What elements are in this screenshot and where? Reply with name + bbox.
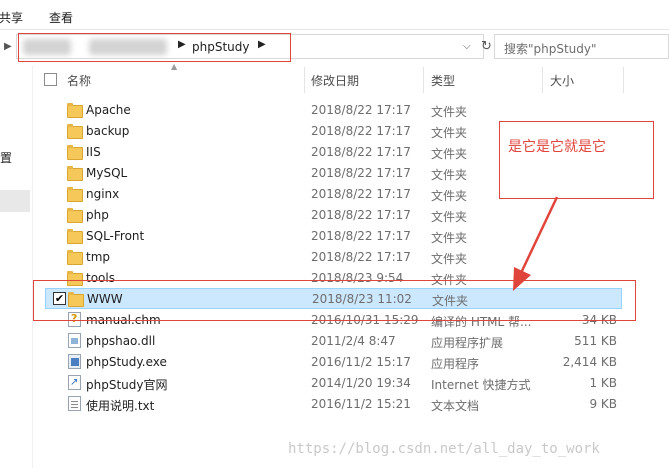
highlight-path-box [18, 33, 291, 62]
file-type: 文件夹 [431, 147, 468, 161]
chevron-right-icon[interactable]: ▶ [4, 41, 12, 52]
file-row[interactable]: phpshao.dll 2011/2/4 8:47 应用程序扩展 511 KB [45, 331, 622, 352]
file-type: 文件夹 [431, 105, 468, 119]
file-name: phpStudy.exe [86, 355, 167, 369]
folder-icon [66, 228, 83, 244]
file-size: 511 KB [574, 334, 617, 348]
file-date: 2018/8/22 17:17 [311, 229, 411, 243]
file-row[interactable]: 使用说明.txt 2016/11/2 15:21 文本文档 9 KB [45, 394, 622, 415]
file-name: backup [86, 124, 130, 138]
tab-share[interactable]: 共享 [0, 9, 23, 26]
file-row[interactable]: phpStudy官网 2014/1/20 19:34 Internet 快捷方式 1 … [45, 373, 622, 394]
dll-file-icon [68, 333, 81, 348]
file-name: tmp [86, 250, 111, 264]
folder-icon [66, 249, 83, 265]
watermark: https://blog.csdn.net/all_day_to_work [288, 441, 600, 457]
file-type: 文件夹 [431, 168, 468, 182]
file-row[interactable]: phpStudy.exe 2016/11/2 15:17 应用程序 2,414 KB [45, 352, 622, 373]
nav-item-fragment[interactable]: 置 [0, 149, 12, 166]
column-header-size[interactable]: 大小 [550, 67, 624, 93]
file-row[interactable]: Apache 2018/8/22 17:17 文件夹 [45, 100, 622, 121]
column-header-name[interactable]: 名称 [67, 67, 305, 93]
file-date: 2016/11/2 15:21 [311, 397, 411, 411]
file-name: Apache [86, 103, 131, 117]
file-type: 文件夹 [431, 126, 468, 140]
file-name: 使用说明.txt [86, 399, 155, 413]
annotation-arrow [513, 196, 559, 291]
file-size: 2,414 KB [562, 355, 617, 369]
folder-icon [66, 123, 83, 139]
folder-icon [66, 186, 83, 202]
file-date: 2018/8/22 17:17 [311, 103, 411, 117]
column-header-type[interactable]: 类型 [431, 67, 543, 93]
file-date: 2016/11/2 15:17 [311, 355, 411, 369]
file-name: SQL-Front [86, 229, 145, 243]
folder-icon [66, 165, 83, 181]
column-header-date[interactable]: 修改日期 [311, 67, 424, 93]
file-type: 文件夹 [431, 210, 468, 224]
annotation-callout: 是它是它就是它 [499, 121, 654, 199]
file-type: 文件夹 [431, 252, 468, 266]
file-size: 9 KB [589, 397, 617, 411]
file-size: 1 KB [589, 376, 617, 390]
file-name: IIS [86, 145, 101, 159]
file-type: 应用程序 [431, 357, 480, 371]
file-type: 文件夹 [431, 189, 468, 203]
navigation-pane: 置 [0, 66, 33, 468]
refresh-icon[interactable]: ↻ [481, 39, 492, 54]
text-file-icon [68, 396, 81, 411]
shortcut-file-icon [68, 375, 81, 390]
file-type: Internet 快捷方式 [431, 378, 531, 392]
file-date: 2014/1/20 19:34 [311, 376, 411, 390]
ribbon: 共享 查看 [0, 0, 669, 30]
select-all-checkbox[interactable] [44, 73, 57, 86]
file-name: phpStudy官网 [86, 378, 168, 392]
search-placeholder: 搜索"phpStudy" [504, 42, 597, 56]
file-type: 文本文档 [431, 399, 480, 413]
file-date: 2018/8/22 17:17 [311, 166, 411, 180]
file-name: nginx [86, 187, 120, 201]
folder-icon [66, 144, 83, 160]
file-name: MySQL [86, 166, 128, 180]
chevron-down-icon[interactable]: ⌵ [463, 41, 471, 52]
exe-file-icon [68, 354, 81, 369]
tab-view[interactable]: 查看 [49, 9, 73, 26]
file-date: 2018/8/22 17:17 [311, 208, 411, 222]
file-type: 应用程序扩展 [431, 336, 504, 350]
file-date: 2018/8/22 17:17 [311, 145, 411, 159]
file-type: 文件夹 [431, 231, 468, 245]
folder-icon [66, 207, 83, 223]
file-name: php [86, 208, 109, 222]
search-input[interactable]: 搜索"phpStudy" [494, 34, 669, 59]
annotation-text: 是它是它就是它 [508, 139, 606, 155]
file-date: 2011/2/4 8:47 [311, 334, 396, 348]
file-name: phpshao.dll [86, 334, 156, 348]
file-date: 2018/8/22 17:17 [311, 124, 411, 138]
folder-icon [66, 102, 83, 118]
file-date: 2018/8/22 17:17 [311, 250, 411, 264]
file-date: 2018/8/22 17:17 [311, 187, 411, 201]
nav-item-selected[interactable] [0, 190, 30, 212]
